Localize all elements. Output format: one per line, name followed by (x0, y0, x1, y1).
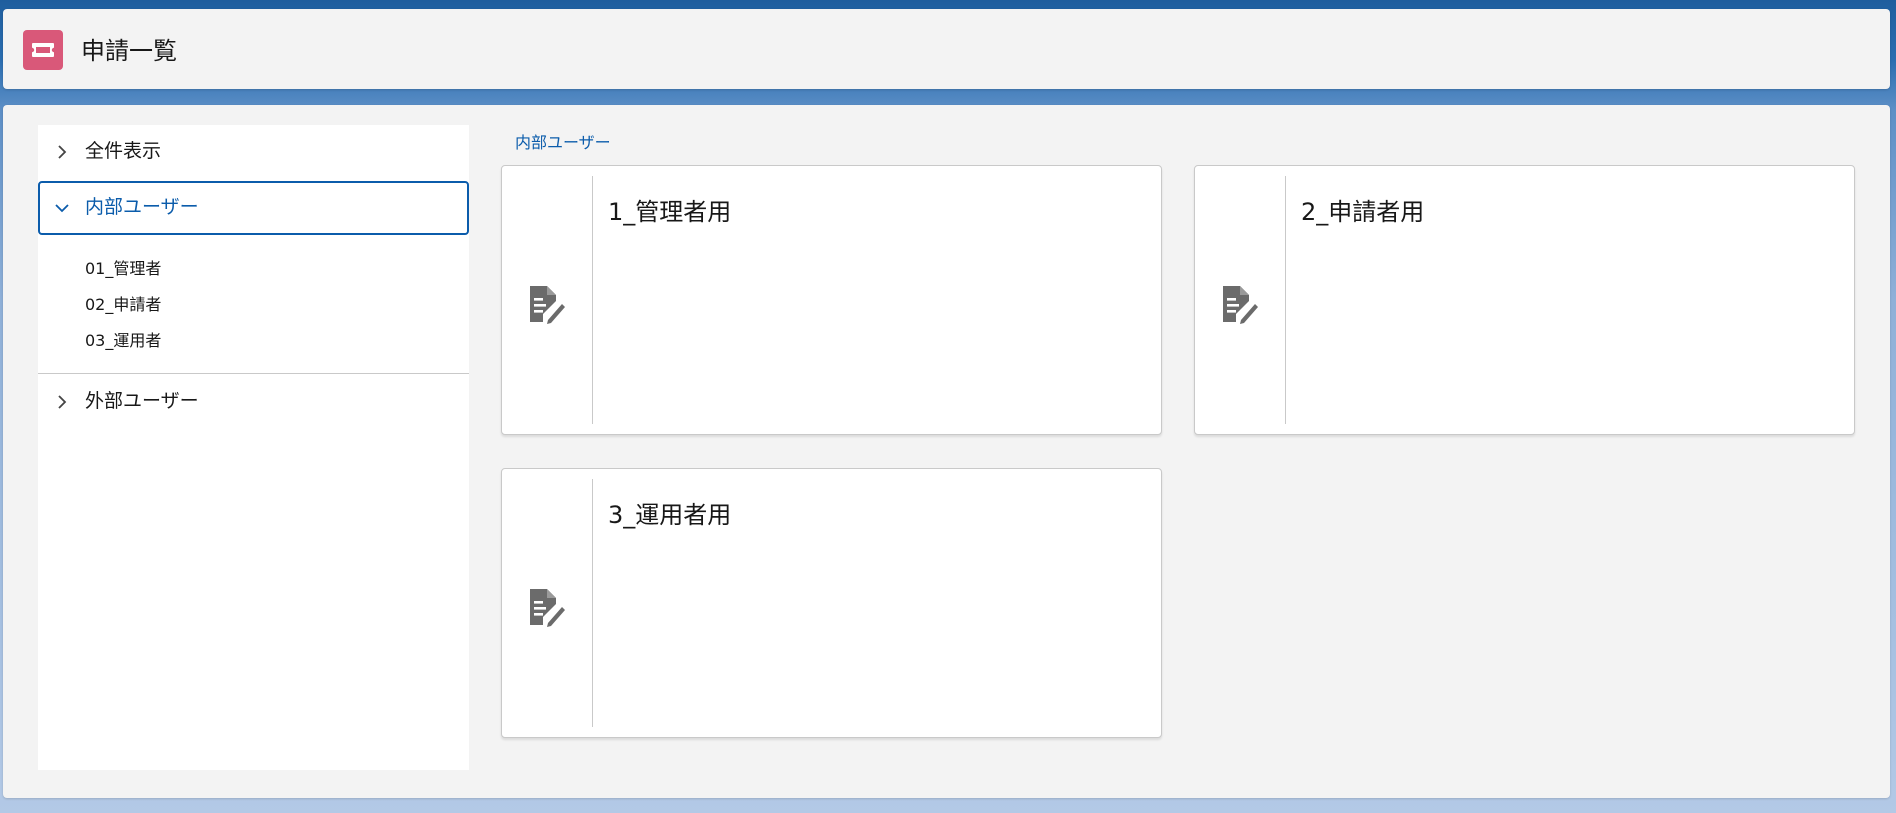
main-panel: 全件表示 内部ユーザー 01_管理者 02_申請者 03_運用者 外部ユーザー … (3, 105, 1890, 798)
card-title: 3_運用者用 (608, 501, 732, 529)
nav-item-all[interactable]: 全件表示 (38, 125, 469, 179)
ticket-icon (23, 30, 63, 70)
chevron-right-icon (58, 395, 67, 409)
document-edit-icon (530, 286, 565, 324)
breadcrumb[interactable]: 内部ユーザー (515, 129, 611, 153)
nav-item-label: 内部ユーザー (85, 196, 199, 218)
document-edit-icon (530, 589, 565, 627)
nav-subitem-admin[interactable]: 01_管理者 (85, 255, 161, 279)
chevron-down-icon (55, 204, 69, 213)
card-title: 2_申請者用 (1301, 198, 1425, 226)
nav-subitem-operator[interactable]: 03_運用者 (85, 327, 161, 351)
nav-item-label: 全件表示 (85, 140, 162, 162)
page-header: 申請一覧 (3, 9, 1890, 89)
nav-subitem-applicant[interactable]: 02_申請者 (85, 291, 161, 315)
nav-item-external-users[interactable]: 外部ユーザー (38, 375, 469, 429)
nav-item-label: 外部ユーザー (85, 390, 199, 412)
card-applicant[interactable]: 2_申請者用 (1194, 165, 1855, 435)
card-admin[interactable]: 1_管理者用 (501, 165, 1162, 435)
card-title: 1_管理者用 (608, 198, 732, 226)
card-separator (592, 176, 593, 424)
category-nav: 全件表示 内部ユーザー 01_管理者 02_申請者 03_運用者 外部ユーザー (38, 125, 469, 770)
nav-divider (38, 373, 469, 374)
card-separator (1285, 176, 1286, 424)
page-title: 申請一覧 (81, 37, 177, 65)
card-operator[interactable]: 3_運用者用 (501, 468, 1162, 738)
chevron-right-icon (58, 145, 67, 159)
card-separator (592, 479, 593, 727)
document-edit-icon (1223, 286, 1258, 324)
nav-item-internal-users[interactable]: 内部ユーザー (38, 181, 469, 235)
